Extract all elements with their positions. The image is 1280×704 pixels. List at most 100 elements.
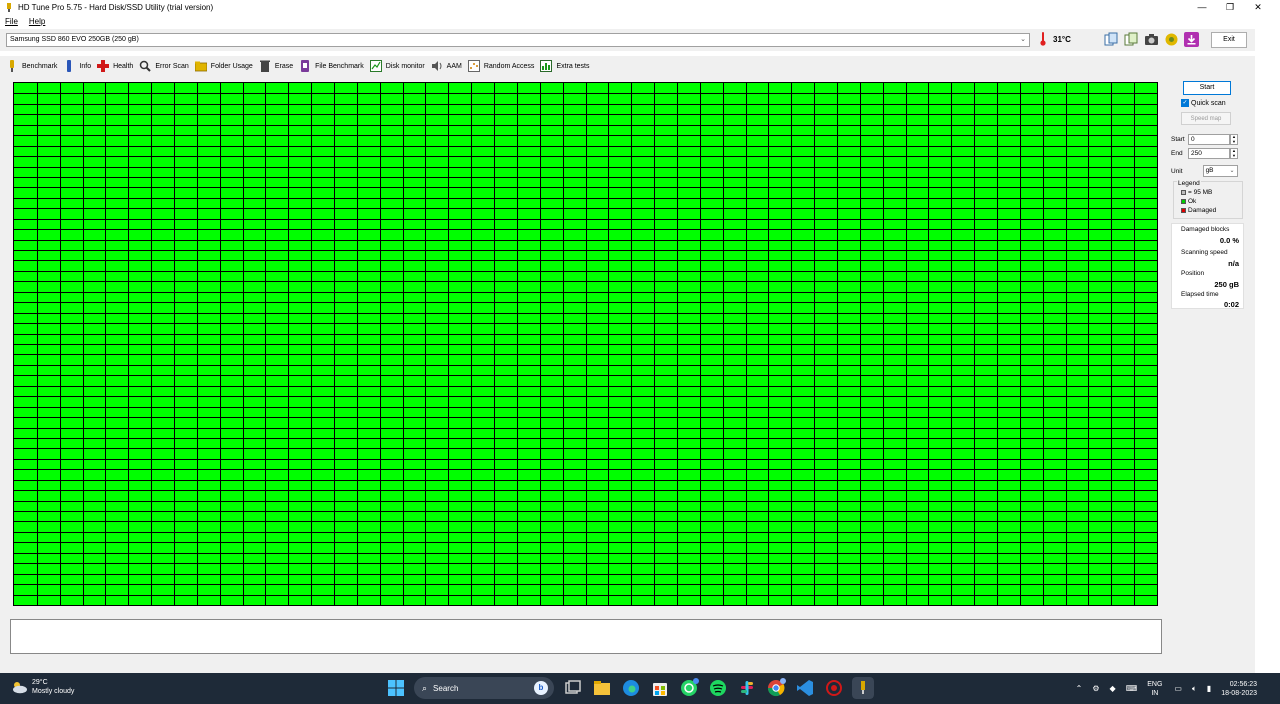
chevron-down-icon: ⌄	[1020, 36, 1026, 43]
error-scan-icon	[140, 60, 152, 72]
legend-ok-label: Ok	[1188, 198, 1197, 205]
speed-map-button[interactable]: Speed map	[1181, 112, 1231, 125]
settings-tray-icon[interactable]: ⚙	[1092, 684, 1099, 693]
ok-swatch	[1181, 199, 1186, 204]
tab-health[interactable]: Health	[97, 60, 133, 72]
search-icon: ⌕	[422, 682, 428, 693]
quick-scan-checkbox[interactable]: ✓ Quick scan	[1181, 99, 1226, 107]
task-view-icon[interactable]	[562, 677, 584, 699]
windows-start-icon[interactable]	[385, 677, 407, 699]
start-button[interactable]: Start	[1183, 81, 1231, 95]
copy-screenshot-icon[interactable]	[1124, 32, 1139, 47]
taskbar-search[interactable]: ⌕ Search b	[414, 677, 554, 699]
spotify-icon[interactable]	[707, 677, 729, 699]
unit-select[interactable]: gB ⌄	[1202, 165, 1238, 177]
tab-disk-monitor[interactable]: Disk monitor	[369, 60, 425, 72]
damaged-blocks-value: 0.0 %	[1219, 236, 1239, 245]
chrome-icon[interactable]	[765, 677, 787, 699]
scan-stats: Damaged blocks 0.0 % Scanning speed n/a …	[1171, 223, 1244, 309]
edge-browser-icon[interactable]	[620, 677, 642, 699]
title-bar: HD Tune Pro 5.75 - Hard Disk/SSD Utility…	[0, 0, 1280, 14]
tab-extra-tests[interactable]: Extra tests	[540, 60, 590, 72]
legend-ok: Ok	[1181, 198, 1196, 205]
window-title: HD Tune Pro 5.75 - Hard Disk/SSD Utility…	[18, 2, 214, 12]
folder-icon	[194, 61, 207, 72]
legend-damaged-label: Damaged	[1188, 207, 1217, 214]
end-field-label: End	[1171, 150, 1183, 157]
chevron-down-icon: ⌄	[1229, 168, 1235, 174]
error-scan-panel: Start ✓ Quick scan Speed map Start 0 ▲ ▼ …	[0, 76, 1255, 673]
temperature-value: 31°C	[1053, 34, 1071, 44]
hdtune-app-icon	[7, 3, 11, 12]
tab-benchmark[interactable]: Benchmark	[6, 60, 57, 72]
tab-erase-label: Erase	[274, 62, 294, 70]
chevron-up-icon[interactable]: ⌃	[1076, 684, 1083, 693]
weather-desc: Mostly cloudy	[32, 688, 75, 695]
tab-random-access[interactable]: Random Access	[467, 60, 534, 72]
minimize-button[interactable]: —	[1188, 0, 1216, 14]
whatsapp-icon[interactable]	[678, 677, 700, 699]
tab-aam[interactable]: AAM	[431, 60, 462, 72]
start-spinner[interactable]: ▲ ▼	[1230, 134, 1238, 145]
tab-erase[interactable]: Erase	[259, 60, 293, 72]
scan-log-box	[10, 619, 1162, 654]
start-input[interactable]: 0	[1188, 134, 1230, 145]
drive-select[interactable]: Samsung SSD 860 EVO 250GB (250 gB) ⌄	[6, 33, 1030, 47]
tab-folder-usage-label: Folder Usage	[210, 62, 253, 70]
volume-icon[interactable]: 🔈︎	[1192, 684, 1197, 694]
tab-file-benchmark-label: File Benchmark	[315, 62, 364, 70]
extra-tests-icon	[540, 60, 553, 72]
vscode-icon[interactable]	[794, 677, 816, 699]
legend-damaged: Damaged	[1181, 207, 1216, 214]
save-icon[interactable]	[1184, 32, 1199, 47]
cloudy-weather-icon	[13, 682, 27, 694]
menu-file[interactable]: File	[5, 17, 18, 26]
info-icon	[67, 60, 72, 72]
clock-time: 02:56:23	[1229, 680, 1257, 688]
search-placeholder: Search	[433, 683, 459, 693]
end-input[interactable]: 250	[1188, 148, 1230, 159]
elapsed-time-label: Elapsed time	[1181, 291, 1219, 298]
microsoft-store-icon[interactable]	[649, 677, 671, 699]
tab-info[interactable]: Info	[63, 60, 91, 72]
tab-health-label: Health	[113, 62, 134, 70]
tab-error-scan[interactable]: Error Scan	[139, 60, 189, 72]
bing-icon[interactable]: b	[534, 681, 548, 695]
security-tray-icon[interactable]: ◆	[1110, 684, 1116, 693]
tab-error-scan-label: Error Scan	[155, 62, 189, 70]
slack-icon[interactable]	[736, 677, 758, 699]
menu-help[interactable]: Help	[29, 17, 45, 26]
scanning-speed-label: Scanning speed	[1181, 249, 1228, 256]
options-icon[interactable]	[1164, 32, 1179, 47]
battery-icon[interactable]: ▮	[1207, 684, 1211, 693]
unit-label: Unit	[1171, 167, 1183, 175]
elapsed-time-value: 0:02	[1223, 300, 1239, 309]
red-app-icon[interactable]	[823, 677, 845, 699]
thermometer-icon	[1040, 32, 1046, 46]
tab-folder-usage[interactable]: Folder Usage	[194, 60, 253, 72]
camera-icon[interactable]	[1144, 32, 1159, 47]
random-access-icon	[467, 60, 480, 72]
maximize-button[interactable]: ❐	[1216, 0, 1244, 14]
file-explorer-icon[interactable]	[591, 677, 613, 699]
keyboard-tray-icon[interactable]: ⌨	[1126, 684, 1138, 693]
tab-aam-label: AAM	[446, 62, 462, 70]
display-tray-icon[interactable]: ▭	[1174, 684, 1182, 693]
clock[interactable]: 02:56:23 18-08-2023	[1221, 680, 1257, 698]
weather-widget[interactable]: 29°C Mostly cloudy	[10, 678, 74, 696]
tab-disk-monitor-label: Disk monitor	[385, 62, 425, 70]
drive-toolbar: Samsung SSD 860 EVO 250GB (250 gB) ⌄ 31°…	[0, 29, 1255, 51]
end-spinner[interactable]: ▲ ▼	[1230, 148, 1238, 159]
tab-extra-tests-label: Extra tests	[556, 62, 590, 70]
quick-scan-label: Quick scan	[1191, 99, 1226, 107]
benchmark-icon	[10, 60, 14, 72]
exit-button[interactable]: Exit	[1211, 32, 1247, 48]
position-value: 250 gB	[1214, 280, 1239, 289]
hdtune-taskbar-icon[interactable]	[852, 677, 874, 699]
copy-info-icon[interactable]	[1104, 32, 1119, 47]
legend-block-size-label: = 95 MB	[1188, 189, 1213, 196]
close-button[interactable]: ✕	[1244, 0, 1272, 14]
language-indicator[interactable]: ENG IN	[1147, 680, 1162, 698]
scan-block-grid	[14, 83, 1157, 605]
tab-file-benchmark[interactable]: File Benchmark	[299, 60, 364, 72]
